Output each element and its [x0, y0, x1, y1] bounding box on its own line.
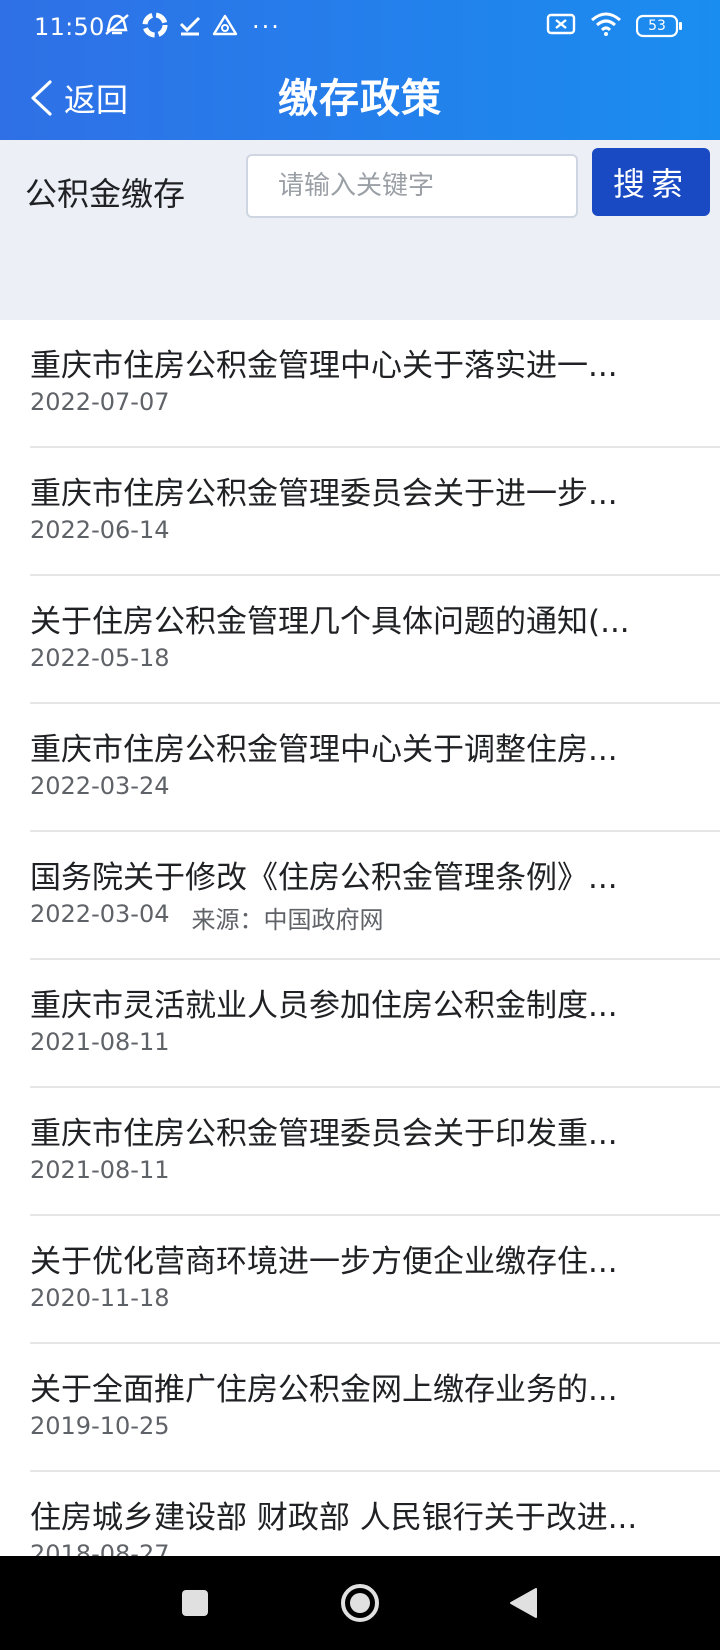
- policy-date: 2022-05-18: [30, 644, 170, 672]
- cloud-icon: [212, 13, 238, 41]
- policy-meta: 2022-03-04 来源：中国政府网: [30, 900, 383, 935]
- policy-title: 关于全面推广住房公积金网上缴存业务的...: [30, 1372, 618, 1408]
- check-icon: [178, 13, 202, 41]
- policy-title: 重庆市住房公积金管理中心关于调整住房...: [30, 732, 618, 768]
- wifi-icon: [590, 12, 622, 40]
- list-item[interactable]: 重庆市住房公积金管理委员会关于进一步... 2022-06-14: [30, 448, 720, 576]
- policy-title: 关于住房公积金管理几个具体问题的通知(...: [30, 604, 630, 640]
- list-item[interactable]: 重庆市灵活就业人员参加住房公积金制度... 2021-08-11: [30, 960, 720, 1088]
- policy-title: 重庆市灵活就业人员参加住房公积金制度...: [30, 988, 618, 1024]
- status-more: ···: [252, 13, 281, 41]
- list-item[interactable]: 关于全面推广住房公积金网上缴存业务的... 2019-10-25: [30, 1344, 720, 1472]
- policy-source: 来源：中国政府网: [191, 906, 384, 934]
- status-bar: 11:50 ··· 53: [0, 0, 720, 56]
- policy-meta: 2022-03-24: [30, 772, 169, 800]
- search-input[interactable]: [246, 154, 578, 218]
- recent-apps-icon: [182, 1590, 208, 1616]
- policy-date: 2020-11-18: [30, 1284, 170, 1312]
- policy-title: 住房城乡建设部 财政部 人民银行关于改进...: [30, 1500, 638, 1536]
- list-item[interactable]: 重庆市住房公积金管理中心关于落实进一... 2022-07-07: [30, 320, 720, 448]
- home-icon: [341, 1584, 379, 1622]
- policy-meta: 2022-05-18: [30, 644, 169, 672]
- policy-date: 2022-06-14: [30, 516, 170, 544]
- list-item[interactable]: 关于优化营商环境进一步方便企业缴存住... 2020-11-18: [30, 1216, 720, 1344]
- policy-title: 关于优化营商环境进一步方便企业缴存住...: [30, 1244, 618, 1280]
- status-left-icons: [102, 12, 238, 42]
- policy-meta: 2019-10-25: [30, 1412, 169, 1440]
- do-not-disturb-icon: [102, 12, 132, 42]
- policy-title: 重庆市住房公积金管理中心关于落实进一...: [30, 348, 618, 384]
- back-nav-button[interactable]: [478, 1556, 568, 1650]
- policy-date: 2021-08-11: [30, 1028, 170, 1056]
- back-triangle-icon: [510, 1588, 537, 1618]
- status-right-icons: 53: [546, 12, 684, 40]
- policy-title: 国务院关于修改《住房公积金管理条例》...: [30, 860, 618, 896]
- policy-meta: 2021-08-11: [30, 1028, 169, 1056]
- category-label: 公积金缴存: [25, 175, 186, 213]
- list-item[interactable]: 重庆市住房公积金管理委员会关于印发重... 2021-08-11: [30, 1088, 720, 1216]
- policy-title: 重庆市住房公积金管理委员会关于印发重...: [30, 1116, 618, 1152]
- policy-meta: 2022-07-07: [30, 388, 169, 416]
- policy-meta: 2021-08-11: [30, 1156, 169, 1184]
- policy-title: 重庆市住房公积金管理委员会关于进一步...: [30, 476, 618, 512]
- app-bar: 返回 缴存政策: [0, 56, 720, 140]
- policy-date: 2021-08-11: [30, 1156, 170, 1184]
- policy-meta: 2022-06-14: [30, 516, 169, 544]
- recent-apps-button[interactable]: [150, 1556, 240, 1650]
- top-header: 11:50 ··· 53 返回 缴存政策: [0, 0, 720, 140]
- battery-icon: 53: [636, 14, 684, 38]
- search-button[interactable]: 搜索: [592, 148, 710, 216]
- policy-meta: 2018-08-27: [30, 1540, 169, 1556]
- system-nav-bar: [0, 1556, 720, 1650]
- policy-meta: 2020-11-18: [30, 1284, 169, 1312]
- list-item[interactable]: 国务院关于修改《住房公积金管理条例》... 2022-03-04 来源：中国政府网: [30, 832, 720, 960]
- policy-date: 2022-07-07: [30, 388, 170, 416]
- home-button[interactable]: [314, 1556, 406, 1650]
- sync-icon: [142, 12, 168, 42]
- status-time: 11:50: [34, 13, 105, 41]
- list-item[interactable]: 住房城乡建设部 财政部 人民银行关于改进... 2018-08-27: [30, 1472, 720, 1556]
- search-area: 公积金缴存 搜索: [0, 140, 720, 320]
- sim-off-icon: [546, 12, 576, 40]
- page-title: 缴存政策: [278, 76, 442, 122]
- list-item[interactable]: 关于住房公积金管理几个具体问题的通知(... 2022-05-18: [30, 576, 720, 704]
- policy-list: 重庆市住房公积金管理中心关于落实进一... 2022-07-07 重庆市住房公积金管…: [0, 320, 720, 1556]
- list-item[interactable]: 重庆市住房公积金管理中心关于调整住房... 2022-03-24: [30, 704, 720, 832]
- battery-level: 53: [648, 18, 666, 34]
- policy-date: 2022-03-04: [30, 900, 170, 928]
- policy-date: 2019-10-25: [30, 1412, 170, 1440]
- policy-date: 2018-08-27: [30, 1540, 170, 1556]
- policy-date: 2022-03-24: [30, 772, 170, 800]
